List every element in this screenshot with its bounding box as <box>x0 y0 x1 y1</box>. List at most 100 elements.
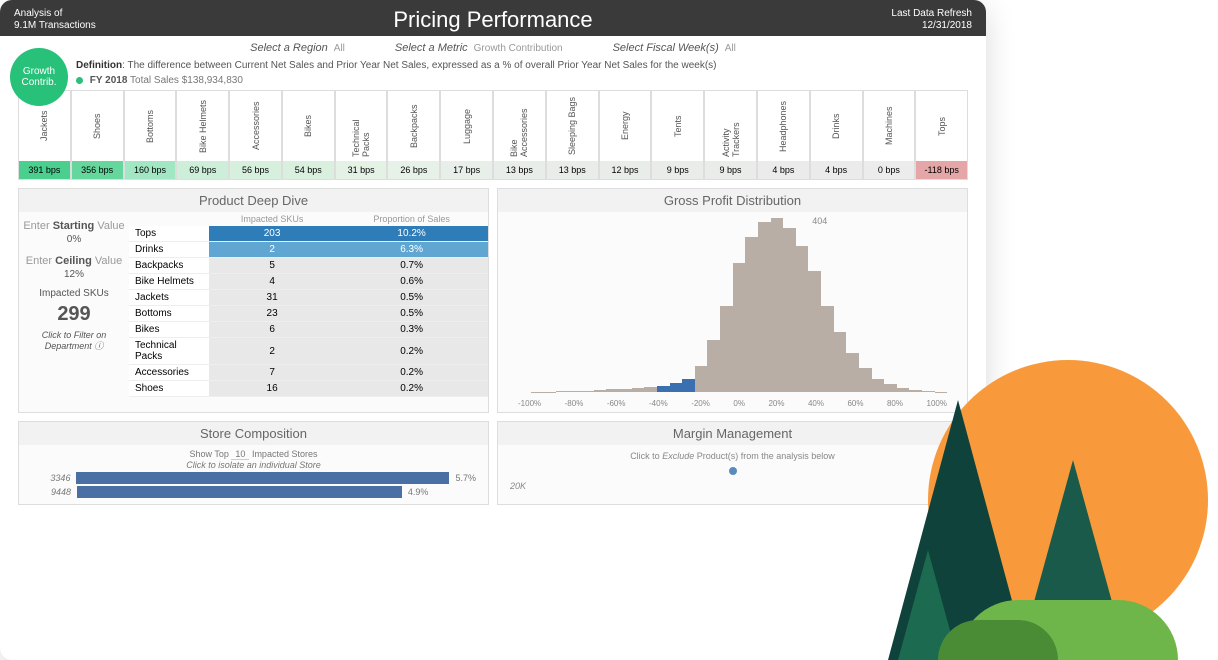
category-heatmap: Jackets391 bpsShoes356 bpsBottoms160 bps… <box>0 90 986 180</box>
category-cell[interactable]: Bike Accessories13 bps <box>493 90 546 180</box>
histogram-bar <box>808 271 821 392</box>
table-row[interactable]: Bikes60.3% <box>129 322 488 338</box>
store-bar-row[interactable]: 94484.9% <box>31 486 476 498</box>
category-label: Energy <box>620 91 630 161</box>
impacted-skus-value: 299 <box>23 303 125 326</box>
table-row[interactable]: Bottoms230.5% <box>129 306 488 322</box>
growth-contrib-badge[interactable]: Growth Contrib. <box>10 48 68 106</box>
row-proportion: 0.6% <box>335 274 488 290</box>
store-pct: 5.7% <box>455 473 476 483</box>
category-cell[interactable]: Tents9 bps <box>651 90 704 180</box>
axis-tick: 80% <box>887 399 903 408</box>
category-cell[interactable]: Bike Helmets69 bps <box>176 90 229 180</box>
category-cell[interactable]: Bottoms160 bps <box>124 90 177 180</box>
histogram-bar <box>796 246 809 392</box>
store-bar <box>77 486 402 498</box>
table-row[interactable]: Technical Packs20.2% <box>129 338 488 365</box>
header-bar: Analysis of 9.1M Transactions Pricing Pe… <box>0 0 986 36</box>
histogram-bar <box>556 391 569 392</box>
row-name: Drinks <box>129 242 209 258</box>
category-cell[interactable]: Activity Trackers9 bps <box>704 90 757 180</box>
histogram-bar <box>619 389 632 392</box>
store-composition-panel: Store Composition Show Top 10 Impacted S… <box>18 421 489 505</box>
category-value: 31 bps <box>336 161 387 179</box>
category-cell[interactable]: Headphones4 bps <box>757 90 810 180</box>
row-proportion: 0.2% <box>335 365 488 381</box>
table-row[interactable]: Shoes160.2% <box>129 381 488 397</box>
histogram-bar <box>897 388 910 392</box>
margin-management-panel: Margin Management Click to Exclude Produ… <box>497 421 968 505</box>
category-cell[interactable]: Tops-118 bps <box>915 90 968 180</box>
category-value: 0 bps <box>864 161 915 179</box>
category-cell[interactable]: Shoes356 bps <box>71 90 124 180</box>
table-row[interactable]: Drinks26.3% <box>129 242 488 258</box>
table-row[interactable]: Accessories70.2% <box>129 365 488 381</box>
histogram-bar <box>745 237 758 392</box>
row-impacted: 2 <box>209 242 335 258</box>
category-label: Bike Accessories <box>509 91 529 161</box>
region-selector[interactable]: Select a RegionAll <box>250 42 345 54</box>
histogram-bar <box>695 366 708 392</box>
category-cell[interactable]: Accessories56 bps <box>229 90 282 180</box>
category-cell[interactable]: Sleeping Bags13 bps <box>546 90 599 180</box>
row-impacted: 203 <box>209 226 335 242</box>
category-value: 160 bps <box>125 161 176 179</box>
row-impacted: 4 <box>209 274 335 290</box>
histogram-peak-label: 404 <box>812 216 827 226</box>
store-title: Store Composition <box>19 422 488 445</box>
metric-selector[interactable]: Select a MetricGrowth Contribution <box>395 42 563 54</box>
category-value: 54 bps <box>283 161 334 179</box>
category-cell[interactable]: Bikes54 bps <box>282 90 335 180</box>
histogram-bar <box>606 389 619 392</box>
category-cell[interactable]: Machines0 bps <box>863 90 916 180</box>
selector-row: Select a RegionAll Select a MetricGrowth… <box>0 36 986 60</box>
table-row[interactable]: Bike Helmets40.6% <box>129 274 488 290</box>
category-value: 4 bps <box>811 161 862 179</box>
fy-sub: Total Sales $138,934,830 <box>130 75 243 86</box>
histogram-bar <box>821 306 834 392</box>
store-id: 9448 <box>31 487 71 497</box>
category-label: Shoes <box>92 91 102 161</box>
row-proportion: 0.2% <box>335 338 488 365</box>
histogram-bar <box>720 306 733 392</box>
store-hint: Click to isolate an individual Store <box>31 460 476 470</box>
store-bar-row[interactable]: 33465.7% <box>31 472 476 484</box>
gross-profit-histogram[interactable]: 404 -100%-80%-60%-40%-20%0%20%40%60%80%1… <box>498 212 967 412</box>
category-value: 13 bps <box>547 161 598 179</box>
axis-tick: -20% <box>691 399 710 408</box>
row-name: Tops <box>129 226 209 242</box>
category-cell[interactable]: Backpacks26 bps <box>387 90 440 180</box>
axis-tick: -40% <box>649 399 668 408</box>
show-top-input[interactable]: 10 <box>231 449 249 460</box>
category-cell[interactable]: Energy12 bps <box>599 90 652 180</box>
starting-value-label[interactable]: Enter Starting Value <box>23 220 125 232</box>
histogram-bar <box>569 391 582 392</box>
category-value: 17 bps <box>441 161 492 179</box>
histogram-bar <box>834 332 847 392</box>
histogram-bar <box>872 379 885 392</box>
deep-dive-table: Impacted SKUsProportion of Sales Tops203… <box>129 212 488 397</box>
row-name: Bikes <box>129 322 209 338</box>
margin-scatter-point[interactable] <box>729 467 737 475</box>
row-name: Technical Packs <box>129 338 209 365</box>
histogram-bar <box>846 353 859 392</box>
table-row[interactable]: Tops20310.2% <box>129 226 488 242</box>
row-name: Shoes <box>129 381 209 397</box>
definition-row: Definition: The difference between Curre… <box>0 60 986 71</box>
row-name: Backpacks <box>129 258 209 274</box>
margin-title: Margin Management <box>498 422 967 445</box>
table-row[interactable]: Jackets310.5% <box>129 290 488 306</box>
histogram-bar <box>922 391 935 392</box>
category-label: Bike Helmets <box>198 91 208 161</box>
category-cell[interactable]: Luggage17 bps <box>440 90 493 180</box>
row-name: Accessories <box>129 365 209 381</box>
axis-tick: 60% <box>847 399 863 408</box>
ceiling-value-label[interactable]: Enter Ceiling Value <box>23 255 125 267</box>
analysis-label: Analysis of <box>14 8 96 20</box>
category-value: 4 bps <box>758 161 809 179</box>
category-cell[interactable]: Drinks4 bps <box>810 90 863 180</box>
weeks-selector[interactable]: Select Fiscal Week(s)All <box>613 42 736 54</box>
category-label: Bikes <box>303 91 313 161</box>
category-cell[interactable]: Technical Packs31 bps <box>335 90 388 180</box>
table-row[interactable]: Backpacks50.7% <box>129 258 488 274</box>
